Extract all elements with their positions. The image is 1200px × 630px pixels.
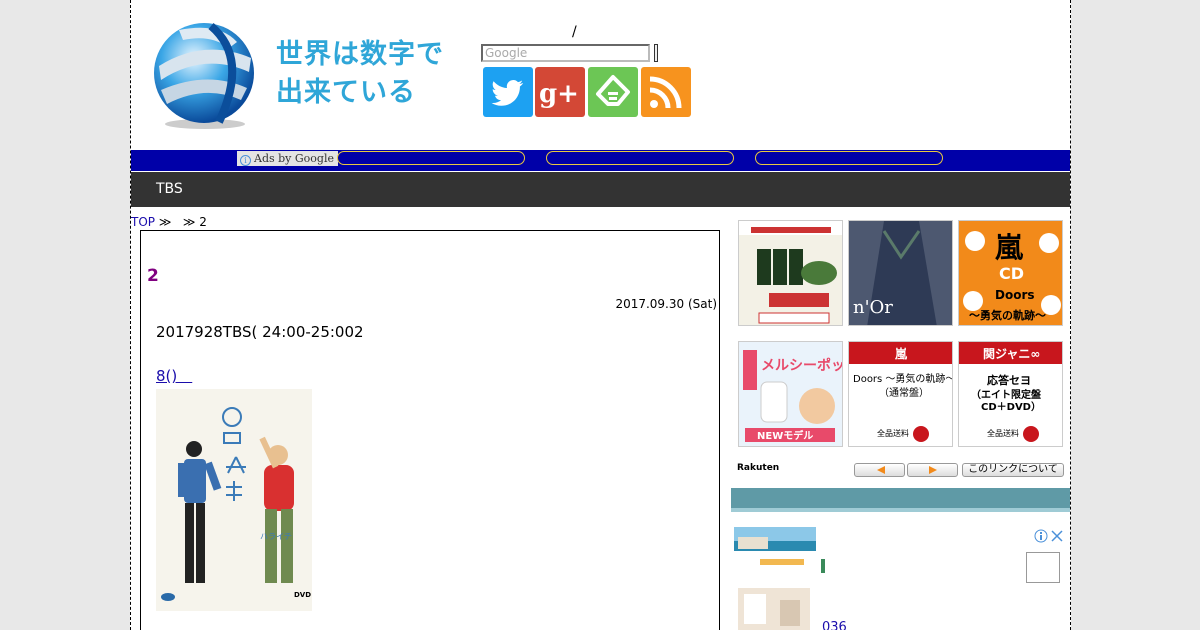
ad-bar: i Ads by Google [131,150,1070,171]
ad-link-2[interactable] [546,151,734,165]
svg-text:（エイト限定盤: （エイト限定盤 [971,388,1042,401]
svg-text:嵐: 嵐 [895,346,908,361]
breadcrumb-sep: ≫ [179,215,200,229]
svg-text:CD＋DVD）: CD＋DVD） [981,400,1041,413]
page: 世界は数字で 出来ている / Google g+ iAds by Google [130,0,1071,630]
google-plus-button[interactable]: g+ [535,67,585,117]
product-image-icon: 嵐 Doors ～勇気の軌跡～ （通常盤） 全品送料 [849,342,953,442]
svg-text:～勇気の軌跡～: ～勇気の軌跡～ [969,308,1046,322]
product-image-icon [739,221,842,324]
arrow-right-icon [929,466,937,474]
breadcrumb-current: 2 [199,215,207,229]
sidebar-entry-number[interactable]: 036 [822,620,847,630]
feedly-icon [596,75,630,106]
svg-text:全品送料: 全品送料 [877,428,909,438]
rss-button[interactable] [641,67,691,117]
breadcrumb: TOP ≫ ≫ 2 [131,215,207,229]
product-image-icon: 関ジャニ∞ 応答セヨ （エイト限定盤 CD＋DVD） 全品送料 [959,342,1062,442]
site-title[interactable]: 世界は数字で 出来ている [276,36,444,112]
breadcrumb-sep: ≫ [155,215,180,229]
ad-checkbox[interactable] [1026,552,1060,583]
rss-icon [649,76,682,109]
dvd-cover-art-icon: ハライチ DVD [161,407,311,601]
svg-text:Doors: Doors [995,288,1035,302]
dvd-cover-image[interactable]: ハライチ DVD [156,389,312,611]
search-button[interactable] [654,44,658,62]
rakuten-about-link[interactable]: このリンクについて [962,463,1064,477]
article-title[interactable]: 2 [147,266,159,286]
twitter-button[interactable] [483,67,533,117]
thumbnail-image-icon [738,588,810,630]
ad-link-3[interactable] [755,151,943,165]
site-title-line1: 世界は数字で [276,39,444,70]
svg-text:関ジャニ∞: 関ジャニ∞ [983,347,1040,361]
breadcrumb-top-link[interactable]: TOP [131,215,155,229]
svg-text:全品送料: 全品送料 [987,428,1019,438]
sidebar-thumb-room[interactable] [738,588,810,630]
nav-bar: TBS [131,172,1070,207]
google-plus-icon: g+ [539,79,579,109]
product-image-icon: 嵐 CD Doors ～勇気の軌跡～ [959,221,1062,325]
product-image-icon: n'Or [849,221,952,325]
rakuten-item-kanjani-book[interactable]: 関ジャニ∞ 応答セヨ （エイト限定盤 CD＋DVD） 全品送料 [958,341,1063,447]
feedly-button[interactable] [588,67,638,117]
product-image-icon: メルシーポット NEWモデル [739,342,843,446]
svg-text:メルシーポット: メルシーポット [761,357,843,374]
rakuten-item-fashion[interactable]: n'Or [848,220,953,326]
arrow-left-icon [877,466,885,474]
svg-text:g+: g+ [539,79,579,109]
sidebar-marker [821,559,825,573]
svg-text:ハライチ: ハライチ [260,532,292,541]
info-icon: i [240,155,251,166]
nav-item-tbs[interactable]: TBS [156,181,183,197]
rakuten-item-arashi-cd[interactable]: 嵐 CD Doors ～勇気の軌跡～ [958,220,1063,326]
article-link[interactable]: 8() [156,365,192,386]
globe-logo-icon[interactable] [149,18,259,130]
thumbnail-image-icon [734,527,816,571]
svg-text:n'Or: n'Or [853,297,893,318]
svg-text:DVD: DVD [294,591,311,599]
svg-text:Doors ～勇気の軌跡～: Doors ～勇気の軌跡～ [853,372,953,385]
rakuten-logo[interactable]: Rakuten [737,463,779,473]
twitter-icon [491,80,524,106]
search-input[interactable]: Google [481,44,650,62]
sidebar-section-bar [731,488,1070,512]
article: 2 2017.09.30 (Sat) 2017928TBS( 24:00-25:… [140,230,720,630]
sidebar-thumb-hotel[interactable] [734,527,816,571]
rakuten-item-nasal-aspirator[interactable]: メルシーポット NEWモデル [738,341,843,447]
rakuten-item-seaweed[interactable] [738,220,843,326]
svg-text:（通常盤）: （通常盤） [879,386,929,399]
article-body: 2017928TBS( 24:00-25:002 [156,323,364,341]
site-title-line2: 出来ている [276,77,416,108]
svg-text:応答セヨ: 応答セヨ [987,373,1031,387]
ads-label-text: Ads by Google [254,152,334,165]
ad-link-1[interactable] [337,151,525,165]
ad-choices-icon[interactable] [1034,528,1064,543]
rakuten-next-button[interactable] [907,463,958,477]
rakuten-item-arashi-book[interactable]: 嵐 Doors ～勇気の軌跡～ （通常盤） 全品送料 [848,341,953,447]
svg-text:NEWモデル: NEWモデル [757,429,813,442]
svg-text:CD: CD [999,264,1024,283]
rakuten-prev-button[interactable] [854,463,905,477]
ad-close-icon [1034,529,1063,543]
header-slash: / [572,24,577,40]
ads-by-google-label[interactable]: i Ads by Google [237,151,338,166]
svg-text:嵐: 嵐 [995,231,1024,264]
article-date: 2017.09.30 (Sat) [615,297,717,311]
